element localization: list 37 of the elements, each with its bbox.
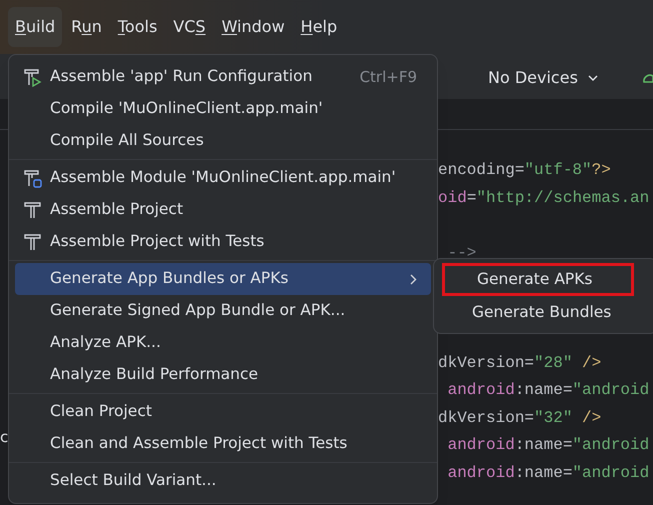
- menu-item[interactable]: Assemble Project with Tests: [15, 226, 431, 258]
- hammer-module-icon: [22, 168, 42, 188]
- menu-bar-item[interactable]: Help: [294, 7, 344, 47]
- submenu-item[interactable]: Generate APKs: [442, 263, 634, 296]
- code-line: -->: [446, 244, 476, 262]
- code-line: encoding="utf-8"?>: [438, 161, 611, 179]
- menu-item[interactable]: Compile All Sources: [15, 125, 431, 157]
- device-selector[interactable]: No Devices: [488, 66, 578, 90]
- code-line: android:name="android: [446, 464, 650, 482]
- hammer-play-icon: [22, 67, 42, 87]
- code-line: android:name="android: [446, 436, 650, 454]
- menu-item[interactable]: Generate Signed App Bundle or APK...: [15, 295, 431, 327]
- menu-bar-item[interactable]: Run: [64, 7, 109, 47]
- code-line: oid="http://schemas.an: [438, 188, 650, 206]
- code-line: dkVersion="28" />: [438, 354, 602, 372]
- menu-item[interactable]: Clean Project: [15, 396, 431, 428]
- menu-item[interactable]: Analyze APK...: [15, 327, 431, 359]
- chevron-down-icon: [588, 75, 598, 81]
- menu-item[interactable]: Select Build Variant...: [15, 465, 431, 497]
- menu-bar-item[interactable]: Build: [8, 7, 62, 47]
- shortcut-text: Ctrl+F9: [360, 66, 417, 88]
- menu-item[interactable]: Clean and Assemble Project with Tests: [15, 428, 431, 460]
- hammer-icon: [22, 232, 42, 252]
- menu-item[interactable]: Compile 'MuOnlineClient.app.main': [15, 93, 431, 125]
- panel-text: c: [0, 427, 8, 448]
- menu-bar-item[interactable]: Tools: [110, 7, 164, 47]
- menu-bar-item[interactable]: Window: [214, 7, 292, 47]
- code-line: dkVersion="32" />: [438, 408, 602, 426]
- submenu-item[interactable]: Generate Bundles: [440, 296, 632, 329]
- menu-item[interactable]: Generate App Bundles or APKs: [15, 263, 431, 295]
- menu-bar-item[interactable]: VCS: [166, 7, 213, 47]
- code-line: android:name="android: [446, 381, 650, 399]
- hammer-icon: [22, 200, 42, 220]
- menu-item[interactable]: Analyze Build Performance: [15, 359, 431, 391]
- menu-item[interactable]: Assemble Module 'MuOnlineClient.app.main': [15, 162, 431, 194]
- menu-item[interactable]: Assemble 'app' Run Configuration Ctrl+F9: [15, 61, 431, 93]
- menu-item[interactable]: Assemble Project: [15, 194, 431, 226]
